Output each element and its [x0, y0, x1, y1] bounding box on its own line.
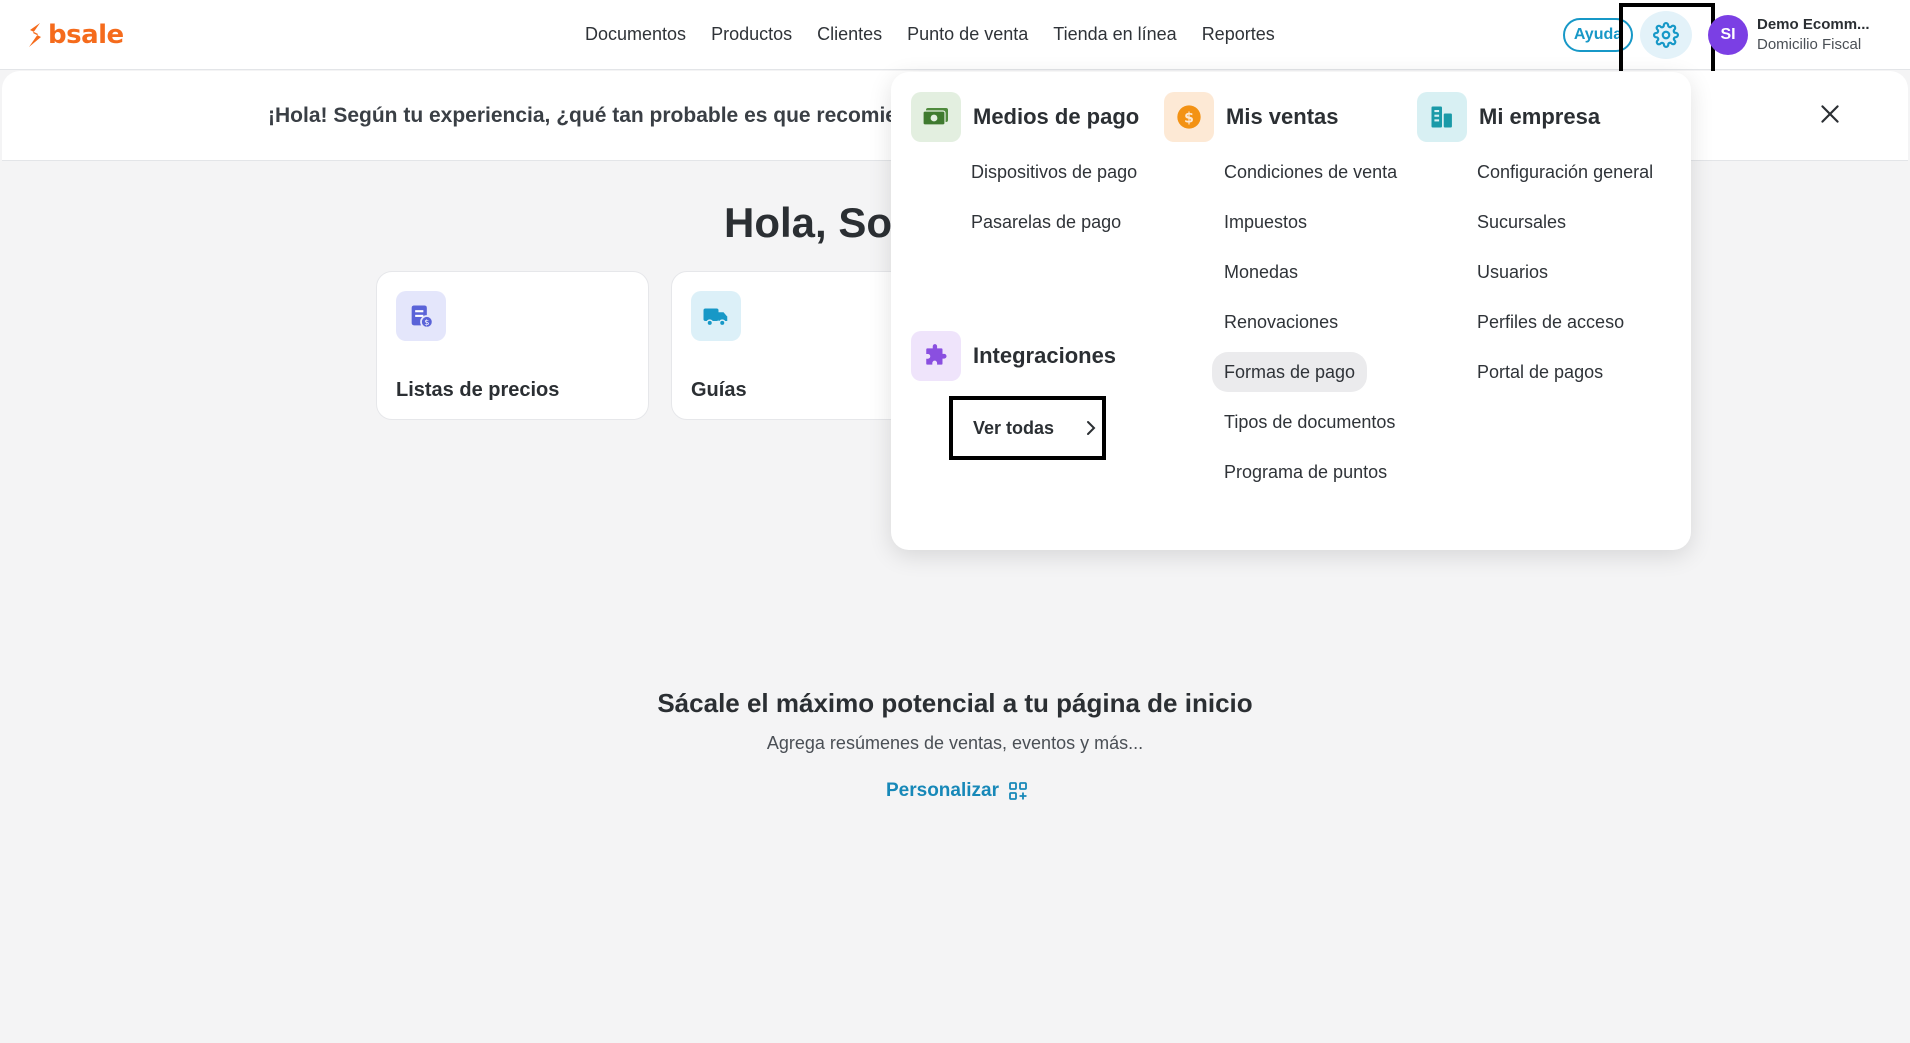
personalize-label: Personalizar	[886, 780, 999, 801]
brand-name: bsale	[48, 20, 124, 50]
top-navbar: bsale Documentos Productos Clientes Punt…	[0, 0, 1910, 76]
section-title: Mis ventas	[1226, 104, 1339, 129]
nav-documentos[interactable]: Documentos	[585, 24, 686, 45]
building-icon	[1417, 92, 1467, 142]
settings-button[interactable]	[1640, 11, 1692, 59]
menu-item-tipos-de-documentos[interactable]: Tipos de documentos	[1212, 402, 1409, 442]
menu-item-pasarelas-de-pago[interactable]: Pasarelas de pago	[959, 202, 1149, 242]
section-integraciones: Integraciones	[911, 331, 1116, 381]
section-mis-ventas: $ Mis ventas Condiciones de venta Impues…	[1164, 92, 1409, 492]
card-label: Guías	[691, 379, 747, 401]
grid-plus-icon	[1009, 782, 1027, 800]
puzzle-icon	[911, 331, 961, 381]
card-label: Listas de precios	[396, 379, 560, 401]
nav-productos[interactable]: Productos	[711, 24, 792, 45]
coin-icon: $	[1164, 92, 1214, 142]
menu-item-configuracion-general[interactable]: Configuración general	[1465, 152, 1665, 192]
account-name: Demo Ecomm...	[1757, 16, 1870, 33]
section-medios-de-pago: Medios de pago Dispositivos de pago Pasa…	[911, 92, 1149, 242]
help-button[interactable]: Ayuda	[1563, 18, 1633, 52]
menu-item-perfiles-de-acceso[interactable]: Perfiles de acceso	[1465, 302, 1665, 342]
settings-dropdown-menu: Medios de pago Dispositivos de pago Pasa…	[891, 72, 1691, 550]
see-all-label: Ver todas	[973, 417, 1055, 438]
main-nav: Documentos Productos Clientes Punto de v…	[585, 24, 1275, 45]
nav-reportes[interactable]: Reportes	[1202, 24, 1275, 45]
account-switcher[interactable]: Demo Ecomm... Domicilio Fiscal	[1757, 16, 1870, 53]
menu-item-monedas[interactable]: Monedas	[1212, 252, 1409, 292]
survey-text: ¡Hola! Según tu experiencia, ¿qué tan pr…	[268, 104, 910, 127]
menu-item-formas-de-pago[interactable]: Formas de pago	[1212, 352, 1368, 392]
section-title: Integraciones	[973, 343, 1117, 368]
menu-item-condiciones-de-venta[interactable]: Condiciones de venta	[1212, 152, 1409, 192]
cash-icon	[911, 92, 961, 142]
card-listas-de-precios[interactable]: $ Listas de precios	[376, 271, 649, 420]
svg-text:$: $	[424, 317, 429, 327]
price-list-icon: $	[396, 291, 446, 341]
account-subtitle: Domicilio Fiscal	[1757, 36, 1862, 53]
menu-item-dispositivos-de-pago[interactable]: Dispositivos de pago	[959, 152, 1149, 192]
nav-punto-de-venta[interactable]: Punto de venta	[907, 24, 1028, 45]
menu-item-renovaciones[interactable]: Renovaciones	[1212, 302, 1409, 342]
menu-item-usuarios[interactable]: Usuarios	[1465, 252, 1665, 292]
nav-clientes[interactable]: Clientes	[817, 24, 882, 45]
svg-text:$: $	[1184, 110, 1194, 126]
section-title: Medios de pago	[973, 104, 1140, 129]
menu-item-sucursales[interactable]: Sucursales	[1465, 202, 1665, 242]
nav-tienda-en-linea[interactable]: Tienda en línea	[1053, 24, 1176, 45]
avatar[interactable]: SI	[1708, 15, 1748, 55]
personalize-link[interactable]: Personalizar	[886, 780, 1027, 802]
close-icon[interactable]	[1817, 101, 1843, 127]
chevron-right-icon	[1087, 421, 1096, 435]
bsale-logo[interactable]: bsale	[26, 20, 124, 50]
bsale-logo-icon	[29, 23, 41, 47]
section-mi-empresa: Mi empresa Configuración general Sucursa…	[1417, 92, 1665, 392]
page-title: Hola, Sop	[724, 199, 918, 246]
truck-icon	[691, 291, 741, 341]
promo-title: Sácale el máximo potencial a tu página d…	[657, 688, 1253, 718]
menu-item-impuestos[interactable]: Impuestos	[1212, 202, 1409, 242]
menu-item-portal-de-pagos[interactable]: Portal de pagos	[1465, 352, 1665, 392]
menu-item-programa-de-puntos[interactable]: Programa de puntos	[1212, 452, 1409, 492]
see-all-integrations-link[interactable]: Ver todas	[949, 396, 1106, 460]
promo-subtitle: Agrega resúmenes de ventas, eventos y má…	[766, 733, 1144, 753]
section-title: Mi empresa	[1479, 104, 1601, 129]
gear-icon	[1653, 22, 1679, 48]
